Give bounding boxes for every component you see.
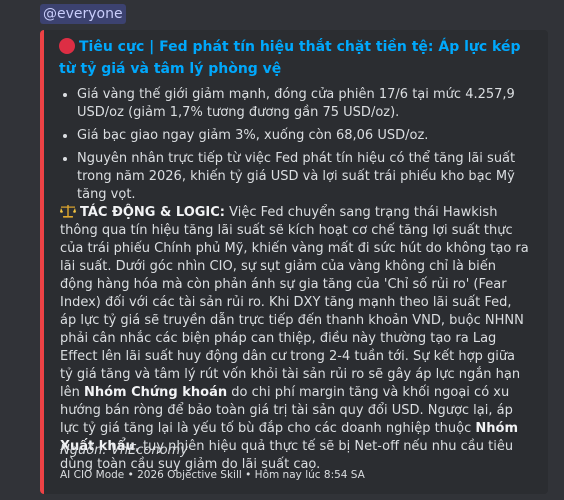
bullet-list: Giá vàng thế giới giảm mạnh, đóng cửa ph… bbox=[60, 86, 547, 209]
impact-heading: TÁC ĐỘNG & LOGIC: bbox=[80, 205, 225, 220]
embed-footer: AI CIO Mode • 2026 Objective Skill • Hôm… bbox=[60, 469, 365, 481]
bullet-item-silver: Giá bạc giao ngay giảm 3%, xuống còn 68,… bbox=[77, 127, 547, 145]
red-circle-icon bbox=[59, 38, 75, 54]
impact-paragraph: TÁC ĐỘNG & LOGIC: Việc Fed chuyển sang t… bbox=[60, 204, 530, 474]
impact-bold-securities: Nhóm Chứng khoán bbox=[83, 385, 228, 400]
impact-text-1: Việc Fed chuyển sang trạng thái Hawkish … bbox=[60, 205, 529, 400]
source-line: Nguồn: VnEconomy bbox=[60, 443, 188, 458]
embed-title-text[interactable]: Tiêu cực | Fed phát tín hiệu thắt chặt t… bbox=[59, 39, 521, 77]
bullet-item-gold: Giá vàng thế giới giảm mạnh, đóng cửa ph… bbox=[77, 86, 547, 122]
news-embed: Tiêu cực | Fed phát tín hiệu thắt chặt t… bbox=[40, 30, 548, 494]
balance-scale-icon bbox=[60, 205, 76, 218]
embed-title[interactable]: Tiêu cực | Fed phát tín hiệu thắt chặt t… bbox=[59, 36, 529, 80]
bullet-item-cause: Nguyên nhân trực tiếp từ việc Fed phát t… bbox=[77, 150, 547, 204]
everyone-mention[interactable]: @everyone bbox=[40, 4, 126, 24]
